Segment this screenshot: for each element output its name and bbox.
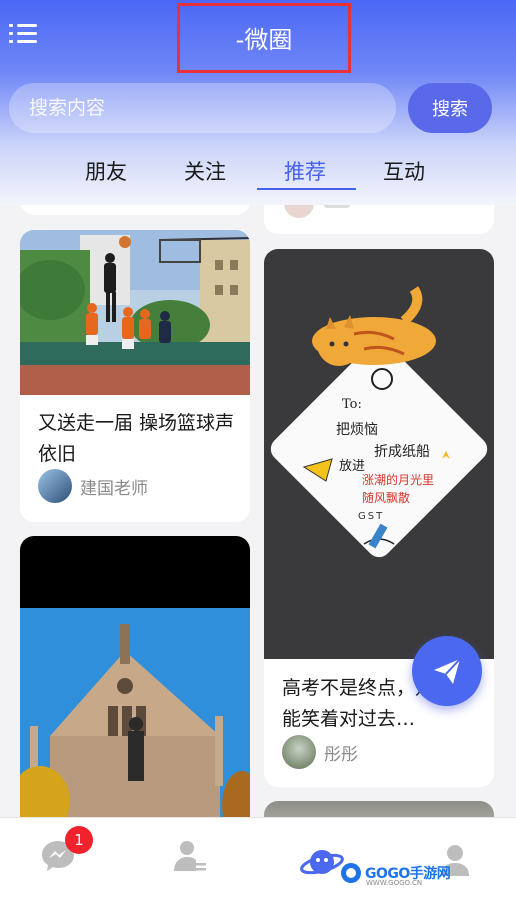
- page-title: -微圈: [235, 26, 293, 54]
- feed-card-note[interactable]: To: 把烦恼 折成纸船 放进 涨潮的月光里 随风飘散 GST 高考不是终点，是…: [264, 249, 494, 787]
- post-button[interactable]: [412, 636, 482, 706]
- watermark-logo-icon: [341, 863, 361, 883]
- nav-planet[interactable]: [300, 844, 344, 886]
- nav-contacts[interactable]: [172, 838, 208, 878]
- note-text-4: 涨潮的月光里: [362, 473, 435, 487]
- search-input[interactable]: [9, 83, 396, 133]
- active-tab-indicator: [257, 188, 356, 190]
- author-name: 建国老师: [80, 478, 148, 499]
- feed-card-building[interactable]: [20, 536, 250, 836]
- note-text-5: 随风飘散: [362, 491, 411, 505]
- note-text-sign: GST: [358, 511, 385, 522]
- feed-card-basketball[interactable]: 又送走一届 操场篮球声依旧 建国老师: [20, 230, 250, 522]
- card-title: 又送走一届 操场篮球声依旧: [38, 412, 235, 465]
- building-photo: [20, 536, 250, 836]
- note-photo: To: 把烦恼 折成纸船 放进 涨潮的月光里 随风飘散 GST: [264, 249, 494, 659]
- author-name: 彤彤: [324, 744, 358, 765]
- author-row[interactable]: 彤彤: [282, 735, 358, 769]
- note-text-to: To:: [342, 397, 362, 412]
- tab-interact[interactable]: 互动: [383, 156, 425, 186]
- basketball-photo: [20, 230, 250, 395]
- header: -微圈 搜索 朋友 关注 推荐 互动: [0, 0, 516, 205]
- planet-icon: [300, 850, 344, 875]
- contacts-icon: [174, 841, 206, 871]
- search-button[interactable]: 搜索: [408, 83, 492, 133]
- tab-friends[interactable]: 朋友: [85, 156, 127, 186]
- avatar: [38, 469, 72, 503]
- avatar: [282, 735, 316, 769]
- tab-recommended[interactable]: 推荐: [284, 156, 326, 186]
- title-highlight-box: -微圈: [177, 3, 351, 73]
- tab-following[interactable]: 关注: [184, 156, 226, 186]
- watermark: GOGO手游网 WWW.GOGO.CN: [340, 862, 451, 887]
- note-text-2: 折成纸船: [374, 444, 430, 460]
- note-text-1: 把烦恼: [336, 422, 378, 438]
- unread-badge: 1: [65, 826, 93, 854]
- author-row[interactable]: 建国老师: [38, 469, 148, 503]
- send-icon: [434, 658, 461, 684]
- menu-icon[interactable]: [9, 24, 37, 46]
- watermark-sub: WWW.GOGO.CN: [366, 879, 423, 887]
